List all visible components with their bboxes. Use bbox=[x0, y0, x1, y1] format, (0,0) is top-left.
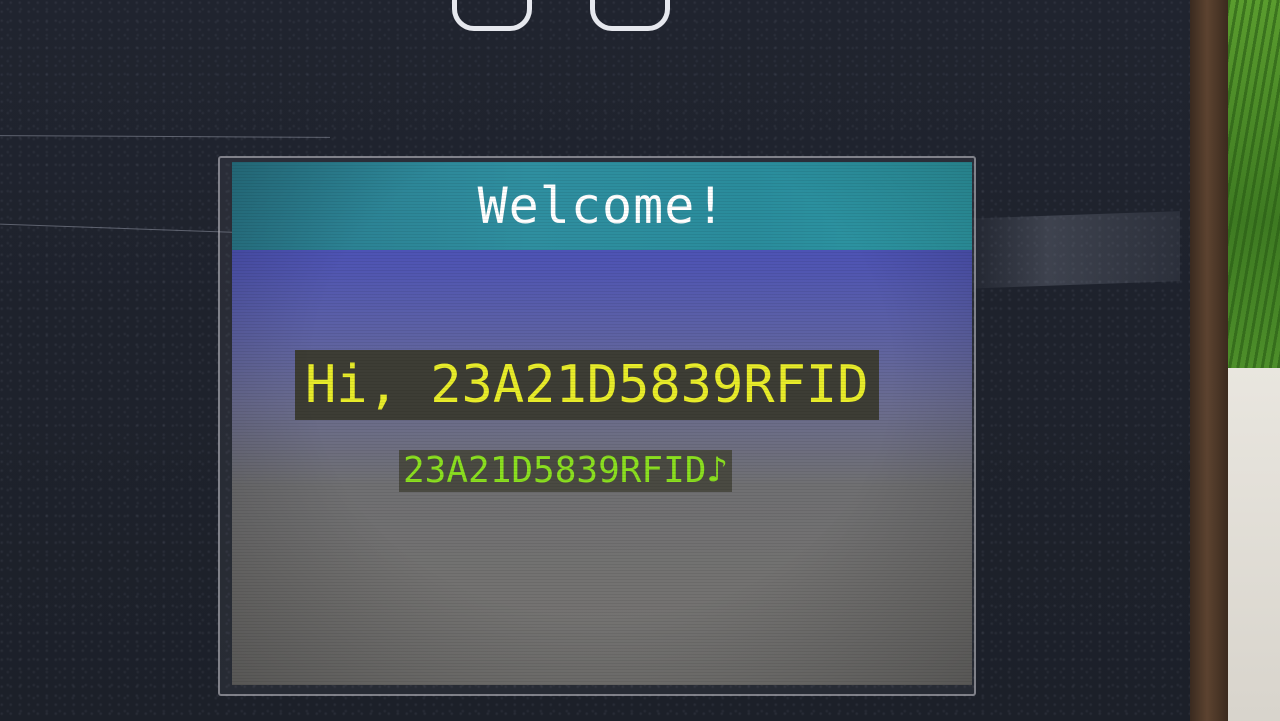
lcd-screen: Welcome! Hi, 23A21D5839RFID 23A21D5839RF… bbox=[232, 162, 972, 685]
rfid-card-id: 23A21D5839RFID♪ bbox=[399, 450, 733, 492]
title-bar: Welcome! bbox=[232, 162, 972, 250]
logo-mark-left bbox=[452, 0, 532, 31]
panel-glare bbox=[960, 211, 1180, 289]
panel-scratch bbox=[0, 135, 331, 138]
background-wall bbox=[1228, 368, 1280, 721]
logo-mark-right bbox=[590, 0, 670, 31]
greeting-text: Hi, 23A21D5839RFID bbox=[295, 350, 879, 420]
wooden-frame-edge bbox=[1190, 0, 1228, 721]
background-grass bbox=[1228, 0, 1280, 368]
welcome-title: Welcome! bbox=[477, 177, 727, 235]
panel-scratch bbox=[0, 223, 250, 234]
